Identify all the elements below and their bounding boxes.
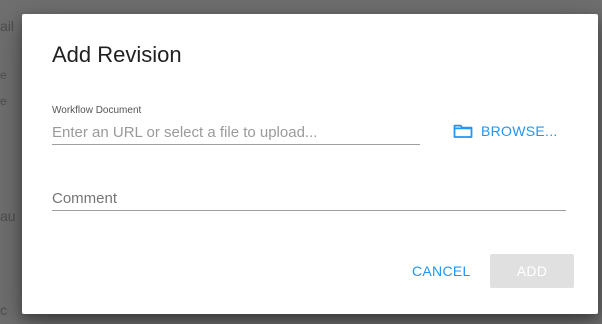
workflow-document-label: Workflow Document <box>52 105 142 116</box>
add-revision-dialog: Add Revision Workflow Document BROWSE...… <box>22 14 598 314</box>
background-text: au <box>0 208 16 224</box>
workflow-document-input[interactable] <box>52 120 420 145</box>
browse-button[interactable]: BROWSE... <box>453 120 558 142</box>
folder-icon <box>453 123 473 139</box>
comment-input[interactable] <box>52 186 566 211</box>
add-button[interactable]: ADD <box>490 254 574 288</box>
background-text: ail <box>0 18 15 34</box>
background-text: e <box>0 94 7 108</box>
dialog-title: Add Revision <box>52 42 182 67</box>
browse-label: BROWSE... <box>481 123 558 139</box>
cancel-button[interactable]: CANCEL <box>406 257 477 285</box>
background-text: e <box>0 68 7 82</box>
background-text: c <box>0 302 7 318</box>
